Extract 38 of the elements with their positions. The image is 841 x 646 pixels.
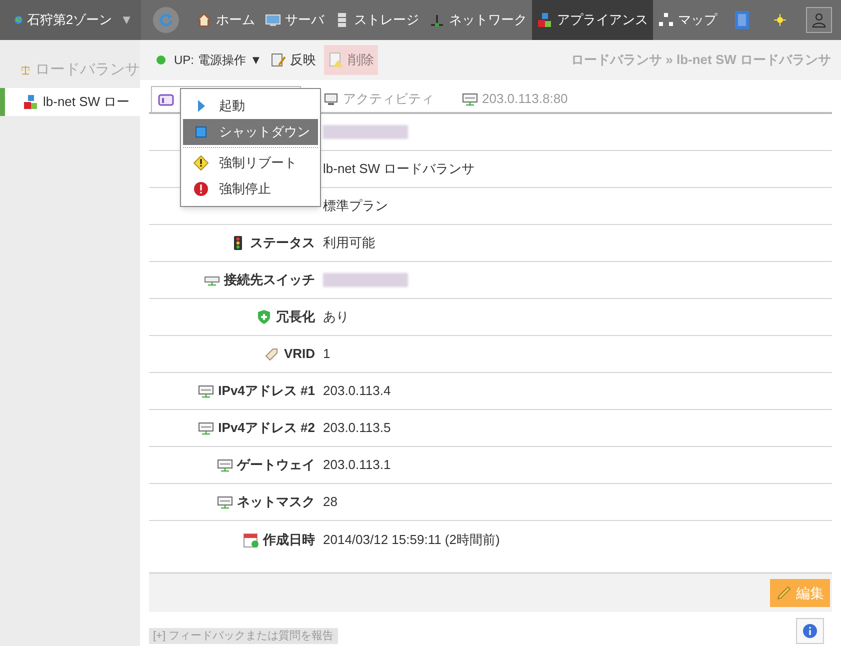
nav-tab[interactable]: ストレージ — [329, 0, 424, 40]
detail-value: あり — [323, 308, 349, 326]
menu-item[interactable]: 強制停止 — [183, 176, 318, 202]
menu-item[interactable]: 起動 — [183, 93, 318, 119]
tab[interactable]: 203.0.113.8:80 — [456, 86, 574, 112]
detail-value: lb-net SW ロードバランサ — [323, 160, 475, 178]
delete-button: 削除 — [324, 45, 378, 75]
sidebar-heading: ロードバランサ — [35, 60, 140, 80]
detail-value: 2014/03/12 15:59:11 (2時間前) — [323, 530, 500, 549]
nav-tab[interactable]: ネットワーク — [424, 0, 532, 40]
zone-selector[interactable]: 石狩第2ゾーン ▼ — [0, 0, 141, 40]
detail-label: IPv4アドレス #2 — [218, 419, 315, 438]
detail-label: VRID — [284, 345, 315, 364]
detail-value: 標準プラン — [323, 197, 388, 216]
detail-label: ゲートウェイ — [237, 456, 315, 474]
menu-item[interactable]: 強制リブート — [183, 150, 318, 176]
breadcrumb: ロードバランサ » lb-net SW ロードバランサ — [571, 51, 831, 70]
nav-tab[interactable]: サーバ — [260, 0, 329, 40]
sidebar-item[interactable]: lb-net SW ロー — [0, 88, 140, 116]
power-dropdown[interactable]: UP: 電源操作 ▼ — [174, 51, 262, 69]
detail-value: 203.0.113.4 — [323, 382, 391, 400]
reflect-button[interactable]: 反映 — [270, 50, 316, 70]
detail-value: 203.0.113.5 — [323, 419, 391, 438]
nav-tab[interactable]: マップ — [653, 0, 722, 40]
detail-value: 203.0.113.1 — [323, 456, 391, 474]
menu-item[interactable]: シャットダウン — [183, 119, 318, 145]
detail-label: 接続先スイッチ — [224, 271, 315, 290]
detail-value: 1 — [323, 345, 330, 364]
detail-label: ネットマスク — [237, 493, 315, 512]
detail-label: ステータス — [250, 234, 315, 252]
detail-value: 28 — [323, 493, 338, 512]
detail-value: 利用可能 — [323, 234, 375, 252]
tab[interactable]: アクティビティ — [317, 86, 440, 112]
detail-label: 冗長化 — [276, 308, 315, 326]
detail-label: 作成日時 — [263, 530, 315, 549]
detail-label: IPv4アドレス #1 — [218, 382, 315, 400]
nav-tab[interactable]: ホーム — [191, 0, 260, 40]
nav-tab[interactable]: アプライアンス — [532, 0, 653, 40]
